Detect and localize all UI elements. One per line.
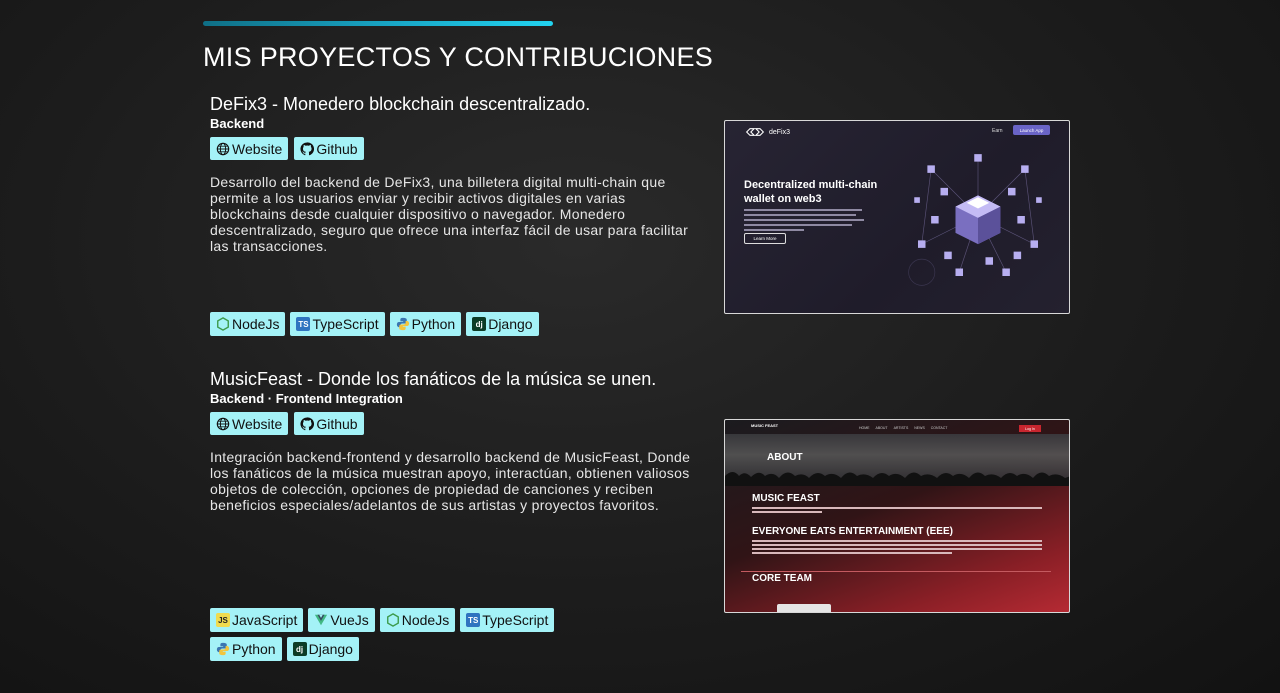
defix3-nav-link: Earn [992, 128, 1003, 134]
nav-item-about: ABOUT [875, 426, 888, 430]
vuejs-icon [315, 614, 328, 626]
musicfeast-brand: MUSIC FEAST [751, 423, 779, 428]
github-icon [300, 416, 315, 430]
tech-badge-python: Python [389, 312, 462, 336]
typescript-icon: TS [296, 317, 311, 331]
crowd-silhouette [725, 472, 1069, 486]
defix3-launch-button: Launch App [1013, 125, 1050, 135]
project-screenshot-defix3: deFix3 Earn Launch App Decentralized mul… [724, 120, 1070, 314]
nav-item-news: NEWS [914, 426, 925, 430]
website-link-label: Website [232, 140, 283, 157]
project-role: Backend [210, 116, 265, 131]
defix3-headline: Decentralized multi-chain wallet on web3 [744, 178, 877, 206]
tech-label: VueJs [330, 612, 369, 628]
globe-icon [216, 142, 230, 155]
website-link[interactable]: Website [210, 412, 289, 435]
defix3-logo: deFix3 [745, 127, 790, 137]
globe-icon [216, 417, 230, 430]
musicfeast-heading-2: EVERYONE EATS ENTERTAINMENT (EEE) [752, 526, 953, 537]
section-accent-bar [203, 21, 553, 26]
tech-badge-django: dj Django [286, 637, 359, 661]
tech-badge-vuejs: VueJs [308, 608, 375, 632]
tech-label: Python [411, 316, 456, 332]
project-title: DeFix3 - Monedero blockchain descentrali… [210, 94, 591, 114]
tech-badge-javascript: JS JavaScript [210, 608, 304, 632]
defix3-headline-line1: Decentralized multi-chain [744, 179, 878, 191]
musicfeast-heading-3: CORE TEAM [752, 573, 812, 584]
defix3-cta-button: Learn More [744, 233, 786, 244]
nav-item-home: HOME [859, 426, 870, 430]
github-icon [300, 141, 315, 155]
tech-label: Django [308, 641, 353, 657]
github-link[interactable]: Github [294, 137, 364, 160]
musicfeast-heading-1: MUSIC FEAST [752, 493, 820, 504]
project-screenshot-musicfeast: MUSIC FEAST HOME ABOUT ARTISTS NEWS CONT… [724, 419, 1070, 613]
nav-item-contact: CONTACT [930, 426, 948, 430]
tech-badge-nodejs: NodeJs [210, 312, 286, 336]
website-link[interactable]: Website [210, 137, 289, 160]
tech-label: NodeJs [401, 612, 450, 628]
musicfeast-text-2 [752, 540, 1042, 554]
section-title: MIS PROYECTOS Y CONTRIBUCIONES [203, 42, 714, 72]
tech-label: NodeJs [232, 316, 280, 332]
project-technologies: JS JavaScript VueJs NodeJs TS TypeScript… [210, 608, 590, 661]
github-link-label: Github [316, 140, 358, 157]
project-title: MusicFeast - Donde los fanáticos de la m… [210, 369, 657, 389]
javascript-icon: JS [216, 613, 230, 627]
tech-badge-nodejs: NodeJs [379, 608, 456, 632]
defix3-brand: deFix3 [769, 128, 791, 136]
defix3-subtext [744, 209, 864, 231]
musicfeast-divider [741, 571, 1051, 572]
nav-item-artists: ARTISTS [893, 426, 909, 430]
python-icon [216, 642, 230, 656]
team-member-photo [777, 604, 831, 612]
tech-label: TypeScript [482, 612, 549, 628]
nodejs-icon [217, 317, 229, 331]
musicfeast-login-button: Log In [1019, 425, 1041, 432]
github-link[interactable]: Github [294, 412, 364, 435]
python-icon [396, 317, 409, 331]
nodejs-icon [386, 613, 399, 627]
tech-badge-django: dj Django [466, 312, 539, 336]
defix3-logo-icon [745, 128, 765, 136]
tech-label: TypeScript [312, 316, 379, 332]
project-description: Desarrollo del backend de DeFix3, una bi… [210, 174, 689, 254]
django-icon: dj [472, 317, 487, 331]
project-card-defix3: DeFix3 - Monedero blockchain descentrali… [210, 94, 704, 254]
django-icon: dj [292, 642, 307, 656]
typescript-icon: TS [466, 613, 481, 627]
project-links: Website Github [210, 137, 704, 160]
musicfeast-text-1 [752, 507, 1042, 513]
website-link-label: Website [232, 415, 283, 432]
tech-badge-typescript: TS TypeScript [460, 608, 555, 632]
tech-label: Python [232, 641, 276, 657]
project-technologies: NodeJs TS TypeScript Python dj Django [210, 312, 590, 336]
github-link-label: Github [316, 415, 358, 432]
tech-label: JavaScript [232, 612, 298, 628]
tech-badge-python: Python [210, 637, 282, 661]
project-role: Backend · Frontend Integration [210, 391, 403, 406]
defix3-headline-line2: wallet on web3 [744, 193, 822, 205]
tech-badge-typescript: TS TypeScript [290, 312, 385, 336]
musicfeast-nav: HOME ABOUT ARTISTS NEWS CONTACT [859, 426, 947, 430]
project-links: Website Github [210, 412, 704, 435]
tech-label: Django [488, 316, 533, 332]
blockchain-illustration [908, 154, 1042, 286]
musicfeast-about-heading: ABOUT [767, 452, 803, 463]
project-card-musicfeast: MusicFeast - Donde los fanáticos de la m… [210, 369, 704, 513]
project-description: Integración backend-frontend y desarroll… [210, 449, 691, 513]
